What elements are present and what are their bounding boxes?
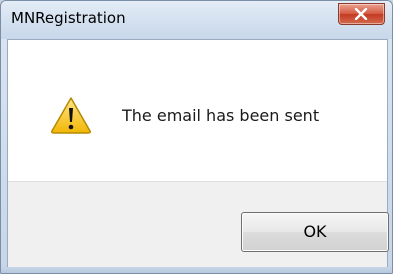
- warning-icon: [51, 97, 91, 134]
- close-button[interactable]: [338, 3, 385, 25]
- dialog-window: MNRegistration The email has been sent O…: [0, 0, 393, 274]
- dialog-body: The email has been sent OK: [7, 39, 389, 269]
- ok-button[interactable]: OK: [241, 212, 389, 252]
- window-title: MNRegistration: [11, 9, 126, 27]
- button-bar: OK: [8, 181, 389, 269]
- message-text: The email has been sent: [122, 106, 320, 125]
- window-frame-bottom: [1, 267, 392, 273]
- message-area: The email has been sent: [8, 40, 387, 181]
- title-bar[interactable]: MNRegistration: [1, 1, 392, 39]
- close-icon: [354, 8, 368, 20]
